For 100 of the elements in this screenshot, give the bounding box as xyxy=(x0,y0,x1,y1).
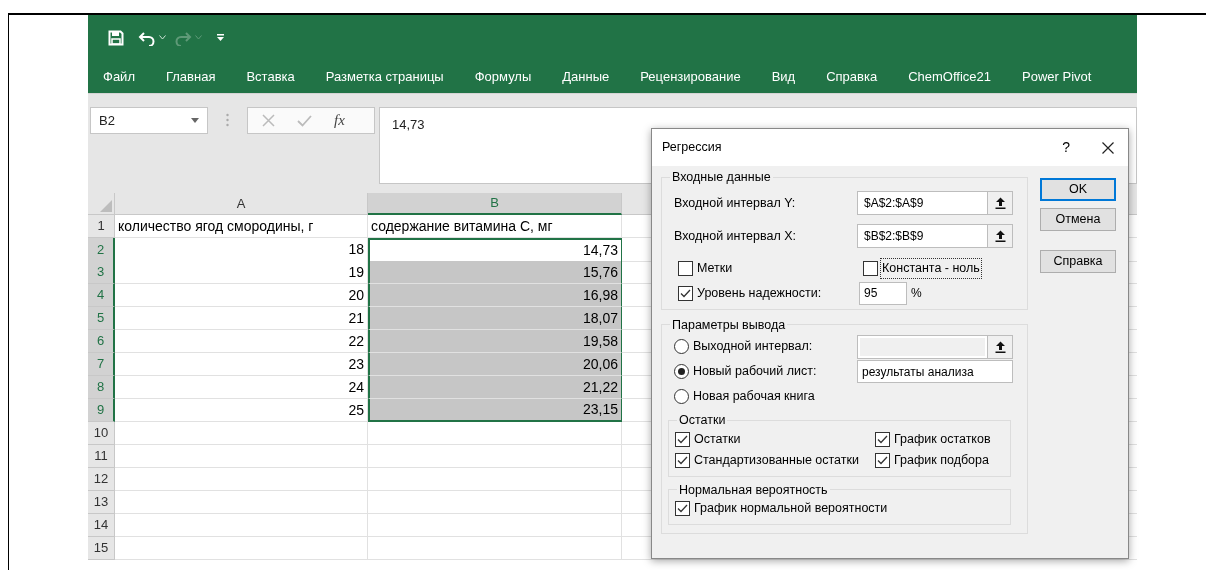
collapse-icon[interactable] xyxy=(987,192,1012,215)
table-cell-text: 20 xyxy=(348,285,364,305)
table-cell-text: 24 xyxy=(348,377,364,397)
unit-label: % xyxy=(911,285,922,302)
row-header[interactable]: 4 xyxy=(88,284,115,307)
insert-function-button[interactable]: fx xyxy=(334,109,345,132)
table-cell-text: 16,98 xyxy=(582,285,618,305)
collapse-icon[interactable] xyxy=(987,225,1012,248)
checkbox[interactable] xyxy=(675,452,690,468)
ribbon-tab[interactable]: Разметка страницы xyxy=(325,66,444,87)
empty-cell[interactable] xyxy=(368,537,622,560)
group-title: Параметры вывода xyxy=(671,316,787,334)
row-header[interactable]: 8 xyxy=(88,376,115,399)
range-value: $B$2:$B$9 xyxy=(864,228,924,246)
radio-label[interactable]: Выходной интервал: xyxy=(693,337,813,357)
checkbox[interactable] xyxy=(875,431,890,447)
checkbox[interactable] xyxy=(875,452,890,468)
table-cell-text: 21 xyxy=(348,308,364,328)
checkbox-label[interactable]: Остатки xyxy=(693,430,742,449)
row-header[interactable]: 6 xyxy=(88,330,115,353)
table-cell-text: 20,06 xyxy=(582,354,618,374)
row-header[interactable]: 10 xyxy=(88,422,115,445)
row-header[interactable]: 7 xyxy=(88,353,115,376)
table-cell-text: 18,07 xyxy=(582,308,618,328)
checkbox-label[interactable]: Уровень надежности: xyxy=(696,283,823,303)
empty-cell[interactable] xyxy=(368,445,622,468)
customize-icon[interactable] xyxy=(216,33,225,42)
formula-field[interactable]: 14,73 xyxy=(392,117,425,132)
checkbox[interactable] xyxy=(678,285,693,301)
row-header[interactable]: 5 xyxy=(88,307,115,330)
checkbox-label[interactable]: График подбора xyxy=(893,450,990,470)
checkbox[interactable] xyxy=(678,260,693,276)
empty-cell[interactable] xyxy=(368,422,622,445)
checkbox-label[interactable]: График нормальной вероятности xyxy=(693,499,889,518)
checkbox[interactable] xyxy=(675,501,690,517)
row-header[interactable]: 12 xyxy=(88,468,115,491)
column-header[interactable]: B xyxy=(368,193,622,215)
undo-icon[interactable] xyxy=(138,29,166,46)
checkbox-label[interactable]: Константа - ноль xyxy=(881,258,981,278)
ribbon-tab[interactable]: Power Pivot xyxy=(1022,66,1092,87)
dialog-button[interactable]: OK xyxy=(1040,178,1116,201)
radio-label[interactable]: Новая рабочая книга xyxy=(693,387,815,407)
empty-cell[interactable] xyxy=(368,514,622,537)
ribbon-tab[interactable]: Вставка xyxy=(246,66,295,87)
radio-button[interactable] xyxy=(674,364,689,380)
radio-button[interactable] xyxy=(674,389,689,405)
name-box[interactable]: B2 xyxy=(90,107,208,134)
ribbon-tab[interactable]: Формулы xyxy=(474,66,532,87)
empty-cell[interactable] xyxy=(368,468,622,491)
sheet-name-field[interactable]: результаты анализа xyxy=(857,360,1013,384)
grip-icon[interactable] xyxy=(226,113,229,127)
ribbon-tab[interactable]: Вид xyxy=(771,66,796,87)
table-cell-text: 18 xyxy=(348,240,364,259)
table-cell-text: 23 xyxy=(348,354,364,374)
row-header[interactable]: 14 xyxy=(88,514,115,537)
table-cell-text: 19 xyxy=(348,262,364,282)
close-icon[interactable] xyxy=(1102,141,1114,154)
empty-cell[interactable] xyxy=(368,491,622,514)
row-header[interactable]: 11 xyxy=(88,445,115,468)
group-title: Входные данные xyxy=(671,169,772,186)
dialog-button[interactable]: Отмена xyxy=(1040,208,1116,231)
radio-label[interactable]: Новый рабочий лист: xyxy=(693,362,817,382)
ribbon-tab[interactable]: Рецензирование xyxy=(640,66,741,87)
row-header[interactable]: 9 xyxy=(88,399,115,422)
save-icon[interactable] xyxy=(108,29,124,46)
table-cell-text: 21,22 xyxy=(582,377,618,397)
checkbox[interactable] xyxy=(863,260,878,276)
table-cell-text: 22 xyxy=(348,331,364,351)
checkbox-label[interactable]: График остатков xyxy=(893,430,992,449)
checkbox[interactable] xyxy=(675,431,690,447)
row-header[interactable]: 1 xyxy=(88,215,115,238)
radio-button[interactable] xyxy=(674,339,689,355)
field-label: Входной интервал X: xyxy=(673,227,797,245)
ribbon-tab[interactable]: Главная xyxy=(165,66,216,87)
range-field[interactable]: $B$2:$B$9 xyxy=(857,224,1013,249)
checkbox-label[interactable]: Метки xyxy=(696,258,734,278)
range-field[interactable]: $A$2:$A$9 xyxy=(857,191,1013,216)
table-cell-text: 25 xyxy=(348,400,364,420)
row-header[interactable]: 3 xyxy=(88,261,115,284)
table-cell-text: содержание витамина С, мг xyxy=(371,216,553,236)
range-value: $A$2:$A$9 xyxy=(864,195,924,213)
help-button[interactable]: ? xyxy=(1062,137,1070,158)
ribbon-tab[interactable]: Данные xyxy=(562,66,610,87)
dialog-title: Регрессия xyxy=(662,139,723,157)
ribbon-tab[interactable]: Справка xyxy=(826,66,878,87)
group-title: Остатки xyxy=(678,412,727,430)
percent-field[interactable]: 95 xyxy=(859,281,907,305)
field-label: Входной интервал Y: xyxy=(673,194,797,212)
checkbox-label[interactable]: Стандартизованные остатки xyxy=(693,450,860,470)
row-header[interactable]: 13 xyxy=(88,491,115,514)
ribbon-tab[interactable]: Файл xyxy=(103,66,135,87)
table-cell-text: количество ягод смородины, г xyxy=(118,216,314,236)
row-header[interactable]: 15 xyxy=(88,537,115,560)
dropdown-icon[interactable] xyxy=(191,118,199,123)
group-title: Нормальная вероятность xyxy=(678,481,829,499)
dialog-button[interactable]: Справка xyxy=(1040,250,1116,273)
table-cell-text: 23,15 xyxy=(582,400,618,419)
table-cell-text: 15,76 xyxy=(582,262,618,282)
row-header[interactable]: 2 xyxy=(88,238,115,262)
ribbon-tab[interactable]: ChemOffice21 xyxy=(908,66,992,87)
